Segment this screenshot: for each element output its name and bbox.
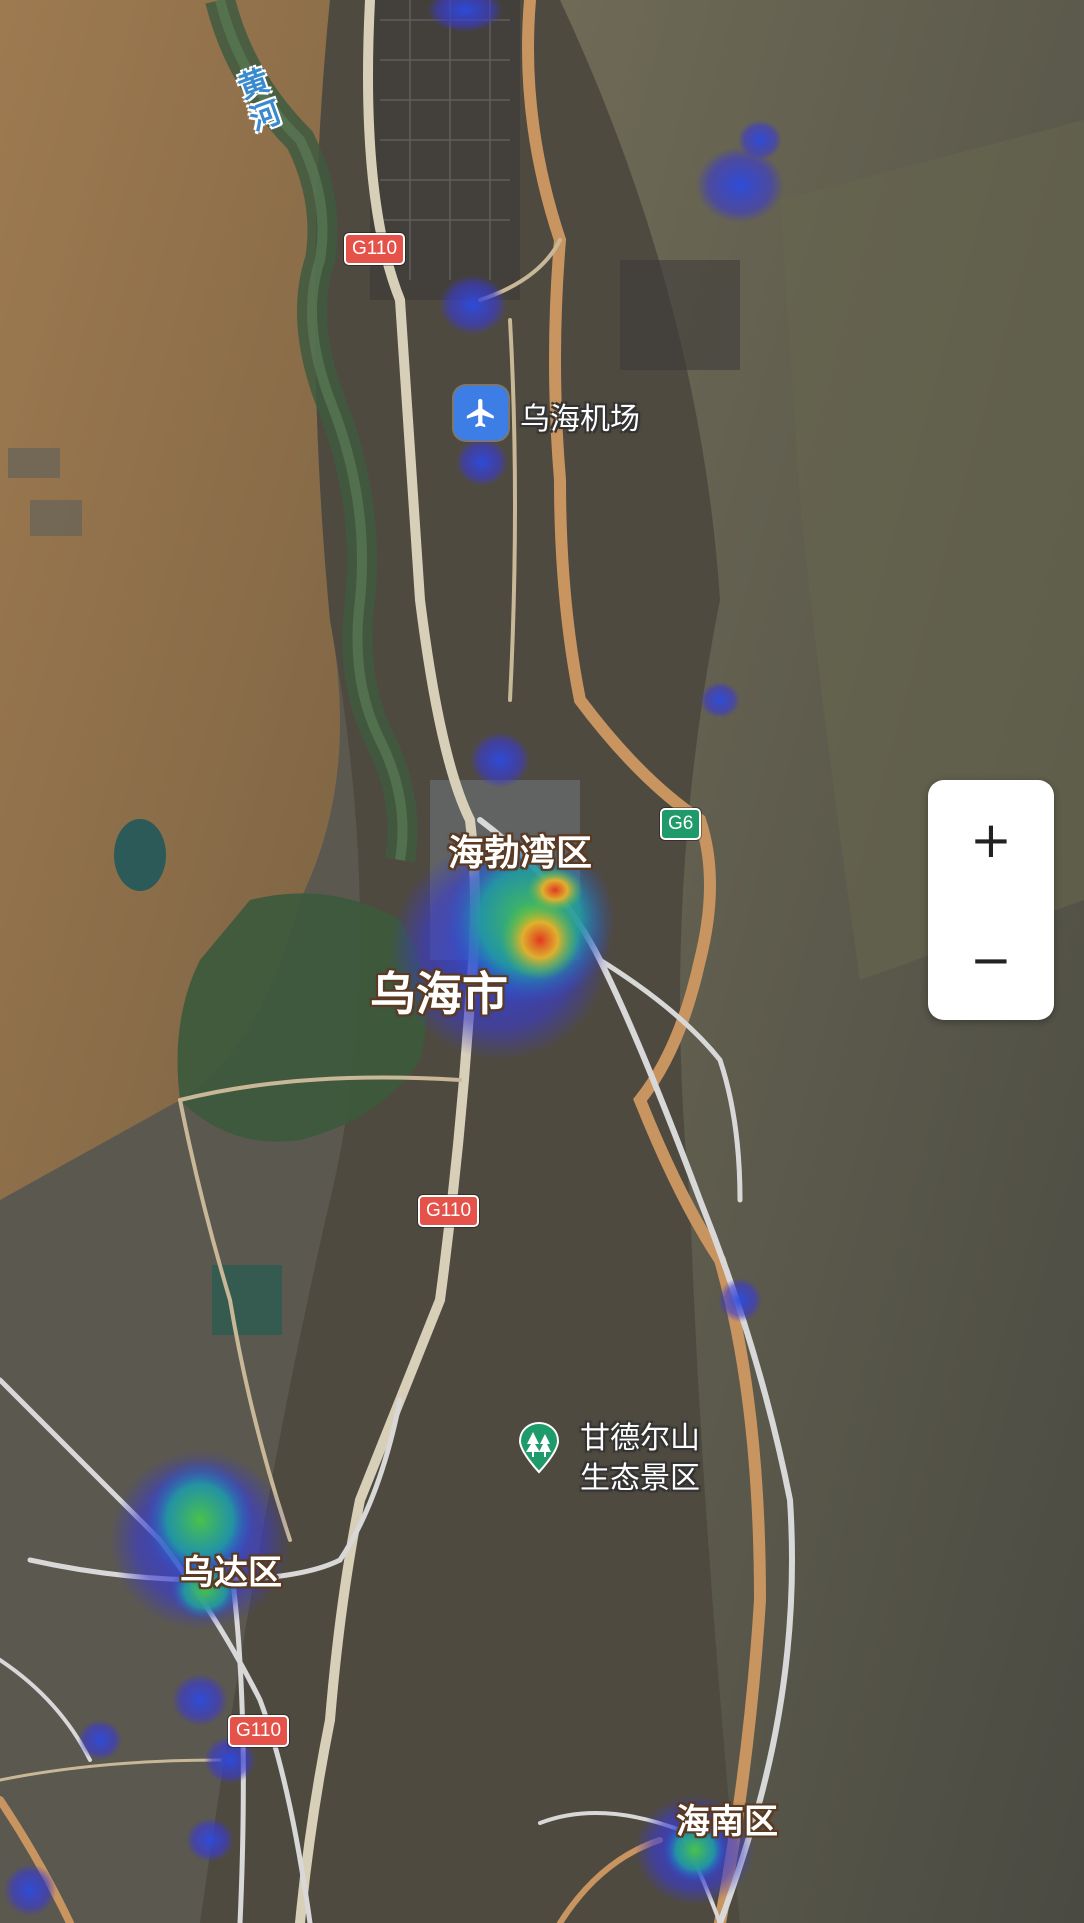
map-view[interactable]: 黄河 G110 G6 G110 G110 乌海机场 甘德尔山 生态景区 海勃湾区… [0,0,1084,1923]
poi-label-scenic-line1[interactable]: 甘德尔山 [580,1413,700,1457]
airplane-icon[interactable] [454,386,508,440]
place-label-wuda[interactable]: 乌达区 [180,1545,282,1594]
zoom-in-button[interactable]: + [928,780,1054,900]
road-shield-g110-middle[interactable]: G110 [418,1195,480,1227]
tree-pin-icon[interactable] [518,1421,560,1474]
road-shield-g110-south[interactable]: G110 [228,1715,290,1747]
poi-label-scenic-line2[interactable]: 生态景区 [580,1453,700,1497]
poi-label-airport[interactable]: 乌海机场 [520,394,640,438]
road-shield-g110-north[interactable]: G110 [344,233,406,265]
road-shield-g6[interactable]: G6 [660,808,702,840]
place-label-wuhai-city[interactable]: 乌海市 [370,958,508,1024]
zoom-control: + − [928,780,1054,1020]
place-label-haibowan[interactable]: 海勃湾区 [448,824,592,876]
airplane-glyph-icon [466,398,494,428]
place-label-hainan[interactable]: 海南区 [676,1794,778,1843]
zoom-out-button[interactable]: − [928,900,1054,1020]
satellite-terrain [0,0,1084,1923]
